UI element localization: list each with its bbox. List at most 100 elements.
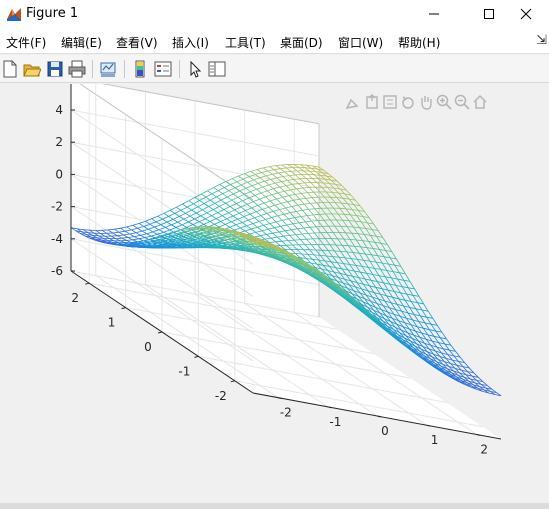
mesh-line xyxy=(345,232,351,240)
mesh-line xyxy=(337,238,343,246)
x-tick-label: 1 xyxy=(431,433,439,447)
x-tick-label: -1 xyxy=(329,415,341,429)
z-tick-label: -4 xyxy=(51,232,63,246)
insert-legend-icon[interactable] xyxy=(153,59,173,79)
mesh-line xyxy=(334,250,341,252)
mesh-line xyxy=(358,252,365,261)
y-tick-label: -2 xyxy=(215,389,227,403)
y-tick-label: 1 xyxy=(108,316,116,330)
mesh-line xyxy=(323,244,329,251)
mesh-line xyxy=(352,252,360,254)
mesh-line xyxy=(357,233,363,241)
mesh-line xyxy=(339,207,346,210)
dock-arrow-icon[interactable]: ⇲ xyxy=(536,33,547,48)
mesh-line xyxy=(324,196,330,203)
mesh-line xyxy=(348,220,356,222)
mesh-line xyxy=(357,233,365,235)
new-figure-icon[interactable] xyxy=(0,59,20,79)
toolbar-separator xyxy=(124,60,125,78)
z-tick-label: 2 xyxy=(55,135,63,149)
mesh-line xyxy=(334,225,340,233)
mesh-line xyxy=(366,247,372,256)
mesh-line xyxy=(377,255,383,264)
mesh-line xyxy=(350,214,356,222)
mesh-line xyxy=(359,252,366,255)
mesh-line xyxy=(405,273,411,282)
menu-window[interactable]: 窗口(W) xyxy=(338,34,383,51)
mesh-line xyxy=(328,202,334,209)
z-tick-label: -2 xyxy=(51,200,63,214)
mesh-line xyxy=(345,208,351,216)
save-figure-icon[interactable] xyxy=(45,59,65,79)
mesh-line xyxy=(341,202,347,210)
x-tick-label: -2 xyxy=(280,406,292,420)
mesh-line xyxy=(328,225,334,233)
mesh-line xyxy=(386,270,392,279)
surface-plot[interactable]: -2 -1 0 1 2 -2 -1 0 1 2 -6 -4 -2 0 2 4 6 xyxy=(0,84,549,509)
mesh-line xyxy=(330,196,336,203)
mesh-line xyxy=(351,258,358,260)
maximize-icon xyxy=(484,9,494,19)
menu-insert[interactable]: 插入(I) xyxy=(172,34,209,51)
z-tick-label: 4 xyxy=(55,103,63,117)
mesh-line xyxy=(318,238,324,245)
mesh-line xyxy=(323,219,329,227)
edit-plot-icon[interactable] xyxy=(185,59,205,79)
mesh-line xyxy=(329,219,336,227)
mesh-line xyxy=(363,260,369,268)
mesh-line xyxy=(371,254,377,263)
mesh-line xyxy=(356,239,363,241)
mesh-line xyxy=(338,256,346,259)
mesh-line xyxy=(334,202,341,209)
menu-edit[interactable]: 编辑(E) xyxy=(61,34,102,51)
mesh-line xyxy=(369,235,376,243)
mesh-line xyxy=(327,250,334,257)
close-button[interactable] xyxy=(503,0,549,28)
mesh-line xyxy=(348,220,354,228)
x-tick-label: 2 xyxy=(480,442,488,456)
mesh-line xyxy=(346,251,354,253)
mesh-line xyxy=(372,248,379,256)
figure-window: Figure 1 文件(F) 编辑(E) 查看(V) 插入(I) 工具(T) 桌… xyxy=(0,0,549,509)
print-figure-icon[interactable] xyxy=(67,59,87,79)
mesh-line xyxy=(340,251,346,259)
toolbar-separator xyxy=(92,60,93,78)
toolbar-separator xyxy=(179,60,180,78)
menu-view[interactable]: 查看(V) xyxy=(116,34,158,51)
mesh-line xyxy=(348,245,354,253)
mesh-line xyxy=(360,246,368,249)
mesh-line xyxy=(342,219,348,227)
open-file-icon[interactable] xyxy=(22,59,42,79)
mesh-line xyxy=(354,220,360,228)
mesh-line xyxy=(319,214,325,221)
menu-desktop[interactable]: 桌面(D) xyxy=(280,34,323,51)
mesh-line xyxy=(345,257,352,259)
mesh-line xyxy=(409,281,415,290)
y-tick-label: -1 xyxy=(178,364,190,378)
mesh-line xyxy=(343,214,350,221)
mesh-line xyxy=(340,226,346,234)
mesh-line xyxy=(320,232,326,239)
figure-toolbar xyxy=(0,55,549,83)
close-icon xyxy=(520,8,532,20)
mesh-line xyxy=(319,191,325,198)
mesh-line xyxy=(325,191,331,198)
minimize-button[interactable] xyxy=(411,0,457,28)
mesh-line xyxy=(324,238,331,245)
link-plot-icon[interactable] xyxy=(98,59,118,79)
y-tick-mark xyxy=(121,307,126,310)
mesh-line xyxy=(125,243,131,245)
mesh-line xyxy=(381,262,388,271)
insert-colorbar-icon[interactable] xyxy=(130,59,150,79)
menu-tools[interactable]: 工具(T) xyxy=(225,34,266,51)
y-tick-label: 2 xyxy=(71,291,79,305)
open-property-inspector-icon[interactable] xyxy=(207,59,227,79)
figure-canvas[interactable]: -2 -1 0 1 2 -2 -1 0 1 2 -6 -4 -2 0 2 4 6 xyxy=(0,84,549,509)
menu-help[interactable]: 帮助(H) xyxy=(398,34,440,51)
mesh-line xyxy=(329,244,335,252)
mesh-line xyxy=(350,258,357,266)
menu-file[interactable]: 文件(F) xyxy=(6,34,46,51)
mesh-line xyxy=(365,253,372,256)
mesh-line xyxy=(351,232,357,241)
mesh-line xyxy=(349,239,355,247)
